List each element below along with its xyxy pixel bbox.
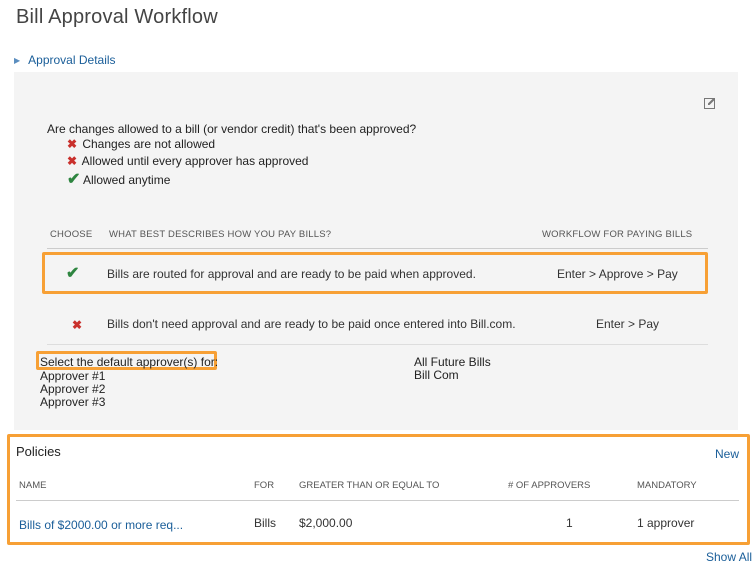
table-row: Bills of $2000.00 or more req... — [19, 516, 183, 534]
changes-option-not-allowed[interactable]: ✖ Changes are not allowed — [67, 137, 215, 151]
approver-scope-1: All Future Bills — [414, 355, 491, 369]
x-icon: ✖ — [72, 318, 83, 332]
policies-header-mandatory: MANDATORY — [637, 480, 697, 491]
option-label: Allowed until every approver has approve… — [81, 154, 309, 168]
policy-for: Bills — [254, 516, 277, 530]
policies-header-for: FOR — [254, 480, 275, 491]
workflow-description: Bills don't need approval and are ready … — [107, 317, 516, 331]
check-icon: ✔ — [66, 265, 80, 282]
approver-3: Approver #3 — [40, 395, 106, 409]
workflow-steps: Enter > Approve > Pay — [557, 267, 678, 281]
workflow-row-no-approval[interactable]: ✖ — [72, 316, 84, 334]
policies-title: Policies — [16, 444, 61, 459]
workflow-row-approve[interactable]: ✔ — [66, 263, 82, 283]
show-all-link[interactable]: Show All — [706, 550, 752, 564]
changes-option-until-approved[interactable]: ✖ Allowed until every approver has appro… — [67, 154, 308, 168]
option-label: Changes are not allowed — [82, 137, 216, 151]
new-policy-link[interactable]: New — [715, 447, 739, 461]
approval-details-label: Approval Details — [28, 53, 116, 67]
header-divider — [47, 248, 708, 249]
policy-mandatory: 1 approver — [637, 516, 695, 530]
header-workflow: WORKFLOW FOR PAYING BILLS — [542, 229, 693, 240]
approver-scope-2: Bill Com — [414, 368, 459, 382]
policies-header-num: # OF APPROVERS — [508, 480, 591, 491]
changes-option-anytime[interactable]: ✔ Allowed anytime — [67, 169, 170, 189]
option-label: Allowed anytime — [83, 173, 171, 187]
changes-question: Are changes allowed to a bill (or vendor… — [47, 122, 417, 136]
approver-1: Approver #1 — [40, 369, 106, 383]
header-describe: WHAT BEST DESCRIBES HOW YOU PAY BILLS? — [109, 229, 332, 240]
default-approver-label: Select the default approver(s) for: — [40, 355, 219, 369]
workflow-description: Bills are routed for approval and are re… — [107, 267, 476, 281]
policy-gte: $2,000.00 — [299, 516, 353, 530]
policies-header-name: NAME — [19, 480, 47, 491]
approver-2: Approver #2 — [40, 382, 106, 396]
workflow-steps: Enter > Pay — [596, 317, 660, 331]
policies-header-gte: GREATER THAN OR EQUAL TO — [299, 480, 440, 491]
check-icon: ✔ — [67, 171, 81, 188]
policies-divider — [16, 500, 739, 501]
row-divider — [47, 344, 708, 345]
policy-name-link[interactable]: Bills of $2000.00 or more req... — [19, 518, 183, 532]
approval-details-toggle[interactable]: ▶ Approval Details — [14, 53, 116, 67]
policy-num-approvers: 1 — [566, 516, 573, 530]
header-choose: CHOOSE — [50, 229, 93, 240]
x-icon: ✖ — [67, 154, 78, 168]
triangle-right-icon: ▶ — [14, 56, 21, 65]
page-title: Bill Approval Workflow — [16, 6, 218, 28]
x-icon: ✖ — [67, 137, 78, 151]
edit-icon[interactable] — [704, 97, 716, 109]
